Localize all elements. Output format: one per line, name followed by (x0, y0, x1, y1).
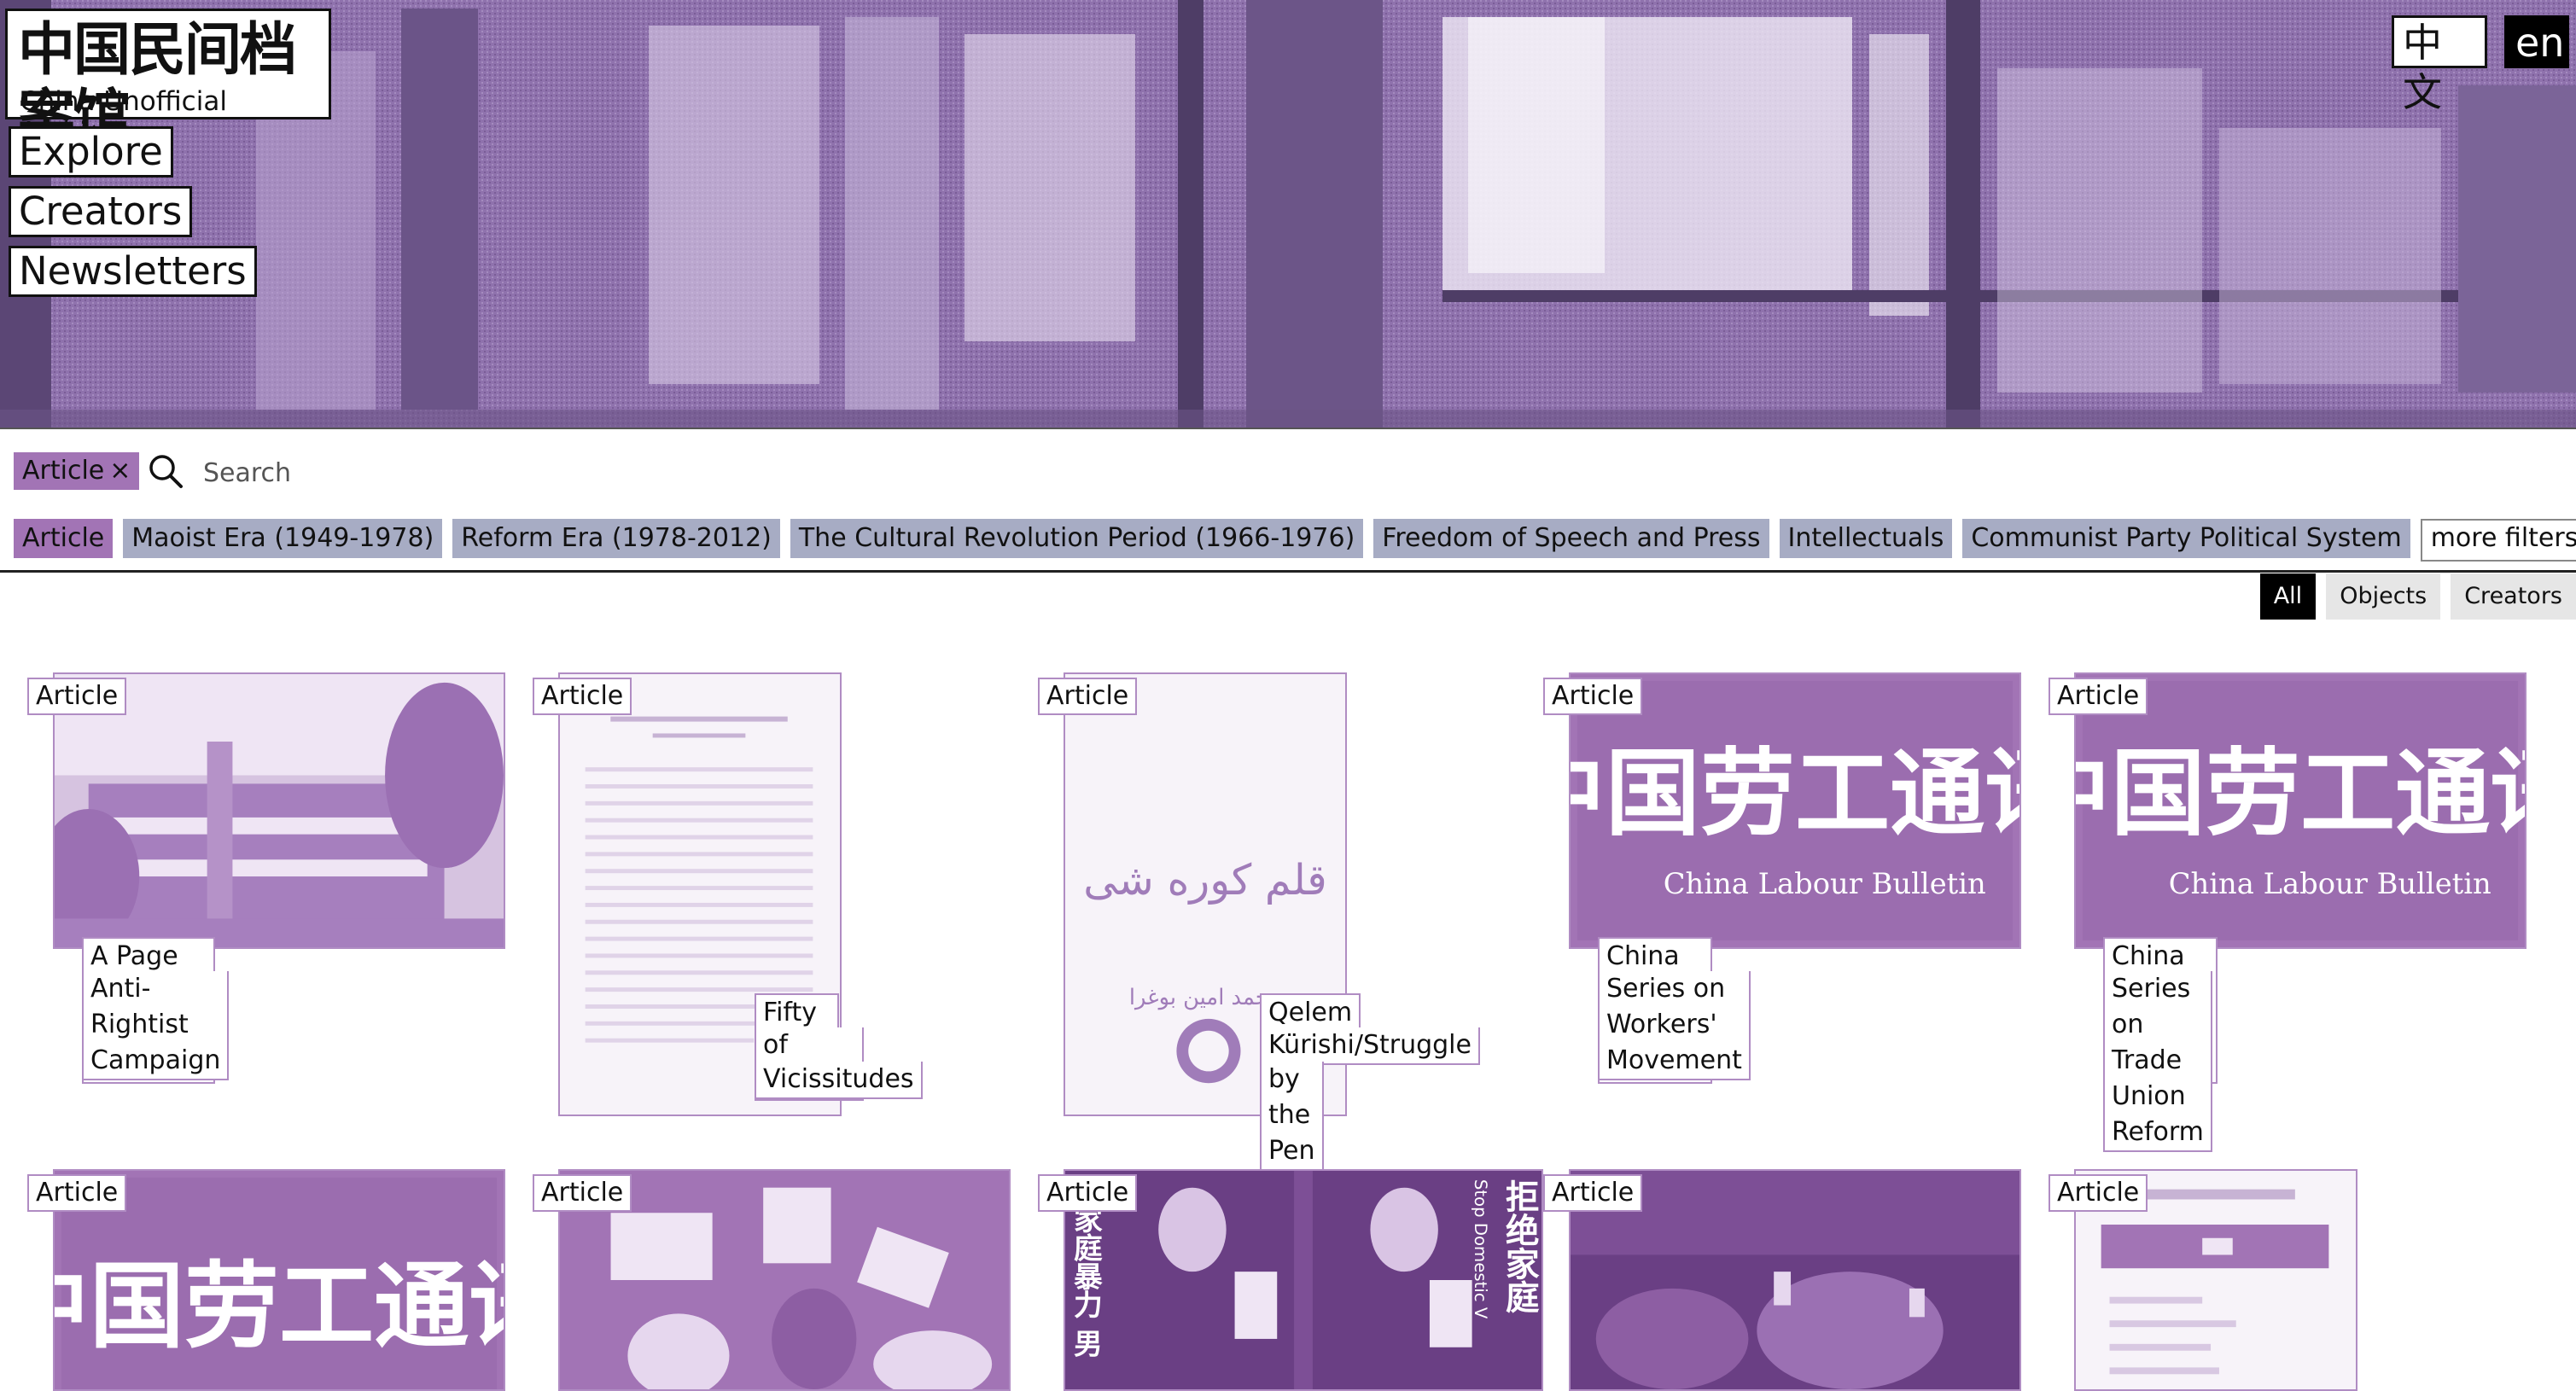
search-icon[interactable] (147, 452, 184, 490)
card-title-continued: Series on Workers' Movement (1598, 971, 1751, 1080)
hero-banner: 中国民间档案馆 China Unofficial Archives Explor… (0, 0, 2576, 429)
nav-newsletters[interactable]: Newsletters (9, 246, 257, 297)
book-cover-title: قلم كوره شى (1083, 855, 1327, 905)
card-title-continued: Vicissitudes (755, 1062, 923, 1099)
card-title-continued: by the Pen (1260, 1062, 1324, 1171)
card-title-line: Series on Workers' Movement (1606, 974, 1742, 1075)
active-filter-chip[interactable]: Article × (14, 452, 140, 490)
card-title-line: Kürishi/Struggle (1268, 1030, 1472, 1060)
card-type-label: Article (533, 1174, 632, 1212)
card-type-label: Article (533, 678, 632, 715)
filter-chip-reform-era[interactable]: Reform Era (1978-2012) (452, 519, 780, 558)
poster-chinese-text-left: 家庭暴力 男 (1069, 1204, 1102, 1357)
poster-chinese-text-right: 拒绝家庭 (1500, 1179, 1539, 1314)
clb-logo-image: 中国劳工通讯 China Labour Bulletin (1571, 674, 2019, 947)
view-tabs: All Objects Creators (2259, 573, 2576, 620)
active-filter-label: Article (22, 456, 105, 486)
card-type-label: Article (27, 678, 127, 715)
filter-chip-communist-party[interactable]: Communist Party Political System (1962, 519, 2410, 558)
clb-logo-image: 中国劳工通讯 China Labour Bulletin (2076, 674, 2525, 947)
card-type-label: Article (1543, 678, 1643, 715)
card-type-label: Article (27, 1174, 127, 1212)
card-title-line: Anti-Rightist Campaign (90, 974, 221, 1075)
card-title-continued: Kürishi/Struggle (1260, 1027, 1480, 1065)
building-photo (55, 674, 504, 947)
clb-english-wordmark: China Labour Bulletin (2169, 867, 2491, 900)
filter-chip-article[interactable]: Article (14, 519, 114, 558)
filter-chip-intellectuals[interactable]: Intellectuals (1779, 519, 1953, 558)
poster-english-text: Stop Domestic V (1471, 1179, 1490, 1319)
filter-chip-maoist-era[interactable]: Maoist Era (1949-1978) (123, 519, 443, 558)
card-title-line: Vicissitudes (763, 1064, 914, 1094)
clb-chinese-wordmark: 中国劳工通讯 (1571, 738, 2019, 849)
site-logo[interactable]: 中国民间档案馆 China Unofficial Archives (5, 9, 331, 149)
book-cover-author: محمد امين بوغرا (1129, 985, 1281, 1010)
language-chinese-button[interactable]: 中文 (2392, 15, 2487, 115)
language-english-button[interactable]: en (2504, 15, 2569, 68)
more-filters-button[interactable]: more filters (2420, 519, 2576, 562)
card-title-continued: Anti-Rightist Campaign (82, 971, 230, 1080)
clb-chinese-wordmark: 中国劳工通讯 (2076, 738, 2525, 849)
card-type-label: Article (1038, 678, 1138, 715)
card-type-label: Article (1543, 1174, 1643, 1212)
nav-creators[interactable]: Creators (9, 186, 193, 237)
tab-creators[interactable]: Creators (2451, 573, 2576, 620)
tab-objects[interactable]: Objects (2326, 573, 2441, 620)
tab-all[interactable]: All (2259, 573, 2317, 620)
card-title-line: Qelem (1268, 998, 1353, 1027)
card-type-label: Article (2049, 1174, 2148, 1212)
clb-chinese-wordmark: 中国劳工通讯 (55, 1251, 504, 1361)
filter-chip-cultural-revolution[interactable]: The Cultural Revolution Period (1966-197… (790, 519, 1364, 558)
filter-chip-bar: Article Maoist Era (1949-1978) Reform Er… (14, 519, 2576, 562)
filter-chip-freedom-of-speech[interactable]: Freedom of Speech and Press (1373, 519, 1769, 558)
filter-divider (0, 570, 2576, 573)
remove-filter-icon[interactable]: × (109, 456, 131, 486)
search-input[interactable] (201, 451, 1400, 495)
card-title-line: Series on Trade Union Reform (2112, 974, 2204, 1147)
clb-english-wordmark: China Labour Bulletin (1664, 867, 1986, 900)
card-type-label: Article (1038, 1174, 1138, 1212)
card-type-label: Article (2049, 678, 2148, 715)
card-title-continued: Series on Trade Union Reform (2103, 971, 2212, 1152)
archive-shelf-image (0, 0, 2576, 428)
card-title-line: by the Pen (1268, 1064, 1315, 1166)
nav-explore[interactable]: Explore (9, 126, 173, 178)
